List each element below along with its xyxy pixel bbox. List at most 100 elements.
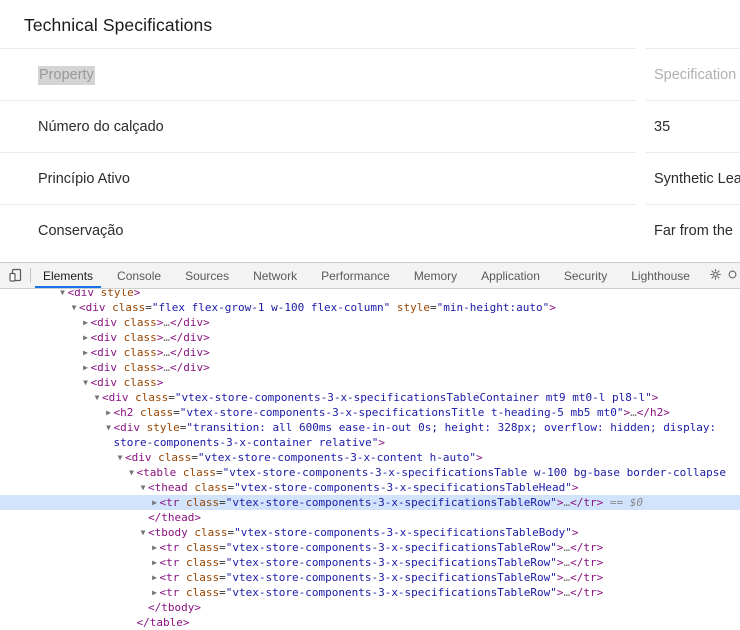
settings-gear-icon[interactable]: [727, 267, 738, 285]
table-row: Princípio Ativo Synthetic Lea: [0, 152, 740, 205]
dom-token-at: style: [94, 289, 134, 299]
dom-token-at: class: [151, 451, 192, 464]
dom-tree-view[interactable]: ▼ <div style> ▼ <div class="flex flex-grow-…: [0, 289, 740, 630]
dom-token-at: style: [390, 301, 431, 314]
device-toolbar-icon[interactable]: [0, 263, 30, 288]
dom-token-pn: =: [191, 451, 198, 464]
dom-token-tg: >: [556, 571, 564, 584]
tab-network[interactable]: Network: [241, 263, 309, 288]
tab-sources[interactable]: Sources: [173, 263, 241, 288]
dom-token-el: …: [163, 316, 170, 329]
chevron-right-icon[interactable]: ▶: [104, 405, 114, 420]
chevron-right-icon[interactable]: ▶: [150, 540, 160, 555]
dom-token-av: store-components-3-x-container relative": [113, 436, 379, 449]
dom-token-tg: </div>: [170, 331, 210, 344]
tab-console[interactable]: Console: [105, 263, 173, 288]
dom-node[interactable]: ▶ <tr class="vtex-store-components-3-x-sp…: [0, 570, 740, 585]
header-cell-property: Property: [0, 48, 636, 101]
dom-node[interactable]: ▶ <div class>…</div>: [0, 330, 740, 345]
dom-token-pn: =: [145, 301, 152, 314]
dom-token-pn: =: [219, 571, 226, 584]
dom-node[interactable]: ▶ <div class>…</div>: [0, 360, 740, 375]
dom-token-tg: </tr>: [570, 571, 604, 584]
chevron-right-icon[interactable]: ▶: [150, 570, 160, 585]
dom-token-pn: =: [219, 586, 226, 599]
dom-node[interactable]: ▶</table>: [0, 615, 740, 630]
chevron-down-icon[interactable]: ▼: [58, 289, 68, 300]
chevron-down-icon[interactable]: ▼: [69, 300, 79, 315]
header-cell-specification: Specification: [646, 48, 740, 101]
dom-token-tg: <tr: [159, 586, 180, 599]
dom-node[interactable]: ▶ <tr class="vtex-store-components-3-x-sp…: [0, 540, 740, 555]
dom-node[interactable]: ▶ <div class>…</div>: [0, 345, 740, 360]
tab-elements[interactable]: Elements: [31, 263, 105, 288]
dom-token-av: "vtex-store-components-3-x-specification…: [225, 586, 557, 599]
dom-token-el: …: [163, 361, 170, 374]
chevron-right-icon[interactable]: ▶: [150, 585, 160, 600]
dom-token-tg: <tr: [159, 541, 180, 554]
chevron-right-icon[interactable]: ▶: [81, 360, 91, 375]
devtools-tab-bar: Elements Console Sources Network Perform…: [31, 263, 740, 288]
dom-token-av: "vtex-store-components-3-x-content h-aut…: [197, 451, 477, 464]
more-tabs-icon[interactable]: [710, 267, 721, 285]
header-property-label: Property: [38, 65, 95, 85]
dom-node[interactable]: ▶ <div class>…</div>: [0, 315, 740, 330]
dom-token-tg: >: [133, 289, 141, 299]
chevron-down-icon[interactable]: ▼: [115, 450, 125, 465]
dom-token-pn: =: [173, 406, 180, 419]
dom-token-tg: >: [651, 391, 659, 404]
chevron-right-icon[interactable]: ▶: [81, 315, 91, 330]
dom-node[interactable]: ▼ <div style="transition: all 600ms ease-…: [0, 420, 740, 435]
tab-memory[interactable]: Memory: [402, 263, 469, 288]
dom-token-tg: <table: [136, 466, 177, 479]
column-gap: [636, 101, 646, 153]
chevron-right-icon[interactable]: ▶: [81, 345, 91, 360]
dom-token-tg: <div: [90, 361, 118, 374]
dom-token-pn: =: [216, 466, 223, 479]
dom-token-tg: </table>: [136, 616, 190, 629]
dom-node[interactable]: ▼ <div class="flex flex-grow-1 w-100 flex…: [0, 300, 740, 315]
dom-token-at: class: [179, 571, 220, 584]
tab-security[interactable]: Security: [552, 263, 619, 288]
dom-token-tg: <div: [67, 289, 95, 299]
chevron-down-icon[interactable]: ▼: [127, 465, 137, 480]
dom-token-d0: == $0: [603, 496, 644, 509]
dom-token-tg: </div>: [170, 361, 210, 374]
chevron-down-icon[interactable]: ▼: [138, 525, 148, 540]
dom-token-at: class: [117, 346, 157, 359]
dom-node[interactable]: ▼ <tbody class="vtex-store-components-3-x…: [0, 525, 740, 540]
chevron-down-icon[interactable]: ▼: [92, 390, 102, 405]
dom-node[interactable]: ▶store-components-3-x-container relative…: [0, 435, 740, 450]
dom-node[interactable]: ▶</thead>: [0, 510, 740, 525]
chevron-down-icon[interactable]: ▼: [81, 375, 91, 390]
dom-node-selected[interactable]: ▶ <tr class="vtex-store-components-3-x-sp…: [0, 495, 740, 510]
dom-token-tg: <div: [90, 331, 118, 344]
tab-lighthouse[interactable]: Lighthouse: [619, 263, 702, 288]
chevron-right-icon[interactable]: ▶: [81, 330, 91, 345]
column-gap: [636, 153, 646, 205]
chevron-down-icon[interactable]: ▼: [104, 420, 114, 435]
twisty-placeholder: ▶: [138, 600, 148, 615]
dom-token-av: "vtex-store-components-3-x-specification…: [225, 496, 557, 509]
chevron-right-icon[interactable]: ▶: [150, 495, 160, 510]
dom-node[interactable]: ▼ <thead class="vtex-store-components-3-x…: [0, 480, 740, 495]
chevron-right-icon[interactable]: ▶: [150, 555, 160, 570]
chevron-down-icon[interactable]: ▼: [138, 480, 148, 495]
cell-specification: Synthetic Lea: [646, 152, 740, 205]
dom-token-tg: >: [556, 586, 564, 599]
dom-token-tg: <h2: [113, 406, 134, 419]
dom-node[interactable]: ▶ <h2 class="vtex-store-components-3-x-sp…: [0, 405, 740, 420]
dom-node[interactable]: ▼ <div class>: [0, 375, 740, 390]
dom-node[interactable]: ▶ <tr class="vtex-store-components-3-x-sp…: [0, 555, 740, 570]
dom-node[interactable]: ▼ <table class="vtex-store-components-3-x…: [0, 465, 740, 480]
dom-node[interactable]: ▼ <div style>: [0, 289, 740, 300]
dom-node[interactable]: ▼ <div class="vtex-store-components-3-x-s…: [0, 390, 740, 405]
dom-node[interactable]: ▶ <tr class="vtex-store-components-3-x-sp…: [0, 585, 740, 600]
dom-token-tg: <div: [90, 346, 118, 359]
dom-node[interactable]: ▼ <div class="vtex-store-components-3-x-c…: [0, 450, 740, 465]
tab-performance[interactable]: Performance: [309, 263, 402, 288]
dom-token-tg: <div: [102, 391, 129, 404]
spec-table-header-row: Property Specification: [0, 48, 740, 101]
dom-node[interactable]: ▶</tbody>: [0, 600, 740, 615]
tab-application[interactable]: Application: [469, 263, 552, 288]
